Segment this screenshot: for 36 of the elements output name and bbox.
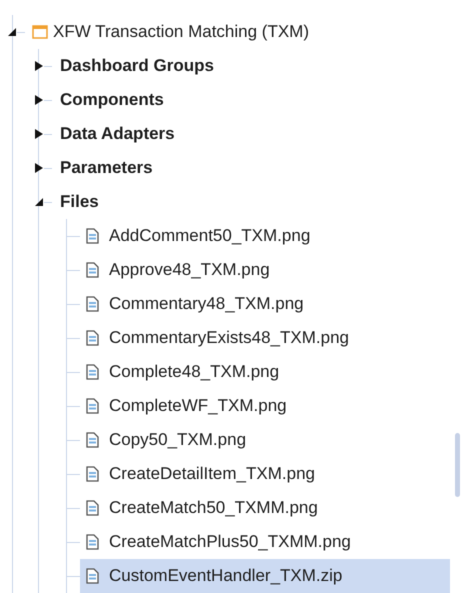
triangle-icon[interactable] — [34, 61, 44, 71]
tree-item[interactable]: CreateDetailItem_TXM.png — [80, 457, 450, 491]
document-icon — [86, 262, 99, 278]
tree-item[interactable]: CreateMatchPlus50_TXMM.png — [80, 525, 450, 559]
document-icon — [86, 500, 99, 516]
tree-item[interactable]: Complete48_TXM.png — [80, 355, 450, 389]
tree-item[interactable]: CommentaryExists48_TXM.png — [80, 321, 450, 355]
tree-item[interactable]: CustomEventHandler_TXM.zip — [80, 559, 450, 593]
document-icon — [86, 466, 99, 482]
tree-item[interactable]: Copy50_TXM.png — [80, 423, 450, 457]
document-icon — [86, 568, 99, 584]
tree-item[interactable]: CompleteWF_TXM.png — [80, 389, 450, 423]
document-icon — [86, 534, 99, 550]
folder-name[interactable]: Components — [60, 90, 164, 110]
tree-item[interactable]: CreateMatch50_TXMM.png — [80, 491, 450, 525]
triangle-icon[interactable] — [34, 129, 44, 139]
triangle-icon[interactable] — [34, 95, 44, 105]
document-icon — [86, 330, 99, 346]
tree-item[interactable]: Commentary48_TXM.png — [80, 287, 450, 321]
folder-name[interactable]: Files — [60, 192, 99, 212]
folder-name[interactable]: Data Adapters — [60, 124, 175, 144]
document-icon — [86, 364, 99, 380]
scrollbar-thumb[interactable] — [455, 433, 460, 497]
folder-name[interactable]: Dashboard Groups — [60, 56, 214, 76]
folder-name[interactable]: Parameters — [60, 158, 153, 178]
document-icon — [86, 398, 99, 414]
document-icon — [86, 228, 99, 244]
solution-name[interactable]: XFW Transaction Matching (TXM) — [53, 22, 310, 42]
document-icon — [86, 432, 99, 448]
window-icon — [32, 24, 48, 40]
triangle-icon[interactable] — [34, 163, 44, 173]
tree-item[interactable]: Approve48_TXM.png — [80, 253, 450, 287]
document-icon — [86, 296, 99, 312]
tree-item[interactable]: AddComment50_TXM.png — [80, 219, 450, 253]
triangle-icon[interactable] — [34, 197, 44, 207]
triangle-icon[interactable] — [7, 27, 17, 37]
